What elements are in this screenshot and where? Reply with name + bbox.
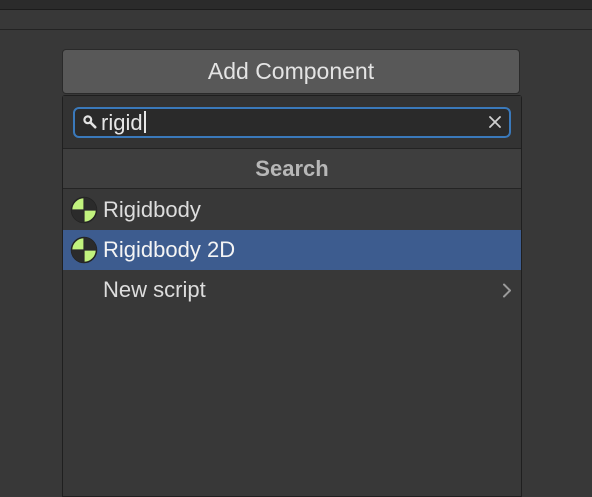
list-item-rigidbody-2d[interactable]: Rigidbody 2D (63, 230, 521, 270)
search-input[interactable]: rigid (101, 109, 146, 136)
search-row: rigid (63, 96, 521, 149)
rigidbody-icon (70, 196, 98, 224)
list-item-label: Rigidbody 2D (103, 237, 236, 262)
search-query: rigid (101, 110, 143, 135)
list-item-rigidbody[interactable]: Rigidbody (63, 190, 521, 230)
list-item-label: New script (103, 277, 206, 302)
close-icon[interactable] (488, 115, 502, 129)
search-field[interactable]: rigid (73, 107, 511, 138)
rigidbody-icon (70, 236, 98, 264)
add-component-button[interactable]: Add Component (62, 49, 520, 94)
search-icon (83, 115, 97, 129)
chevron-right-icon (503, 283, 511, 298)
add-component-popup: rigid Search Rigidbody Rigidbody 2D New … (62, 95, 522, 497)
top-toolbar-strip (0, 0, 592, 10)
list-item-label: Rigidbody (103, 197, 201, 222)
text-caret (143, 111, 146, 133)
section-header: Search (63, 149, 521, 189)
header-separator (0, 29, 592, 30)
list-item-new-script[interactable]: New script (63, 270, 521, 310)
